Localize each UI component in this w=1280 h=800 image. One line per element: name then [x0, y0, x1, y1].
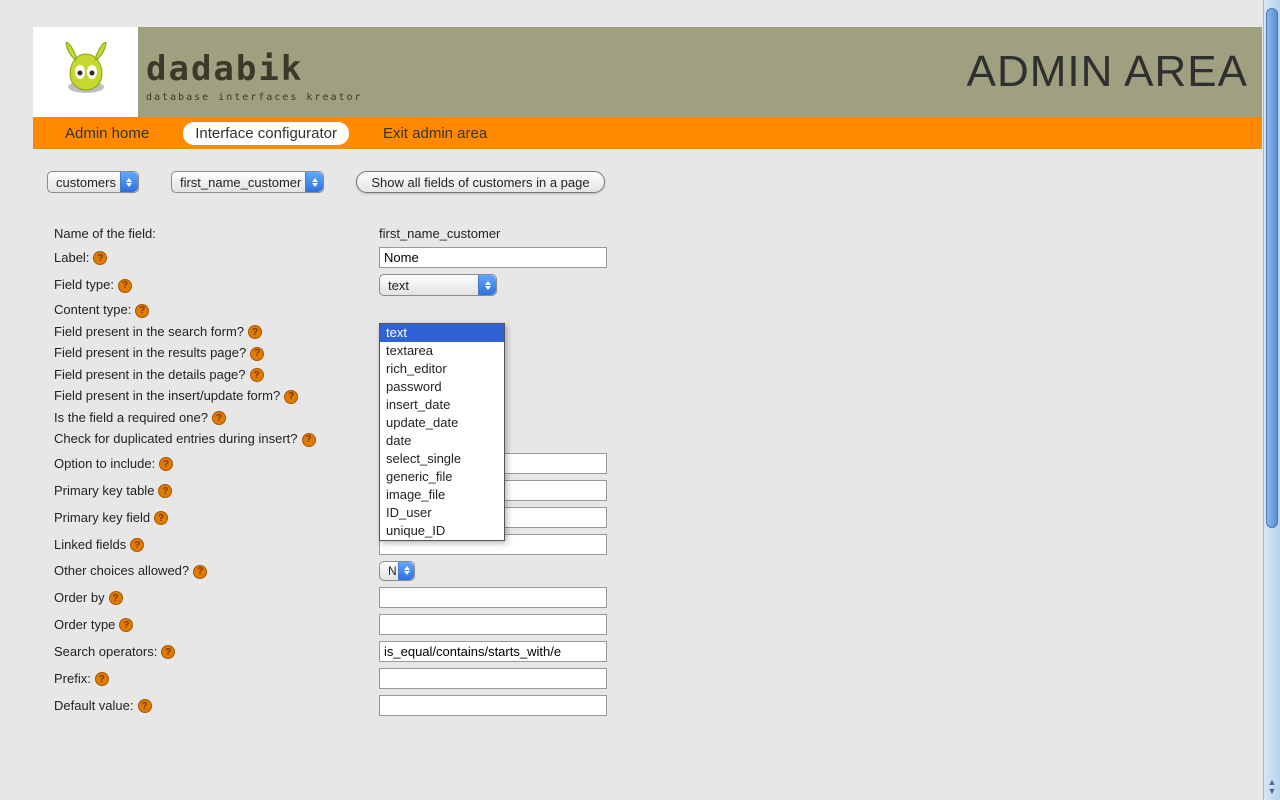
- search-ops-input[interactable]: [379, 641, 607, 662]
- label-present-results: Field present in the results page?: [54, 345, 246, 360]
- label-order-by: Order by: [54, 590, 105, 605]
- nav-exit-admin[interactable]: Exit admin area: [371, 122, 499, 145]
- label-input[interactable]: [379, 247, 607, 268]
- nav-admin-home[interactable]: Admin home: [53, 122, 161, 145]
- value-name-of-field: first_name_customer: [375, 223, 635, 244]
- form-area: Name of the field: first_name_customer L…: [50, 223, 1262, 719]
- label-present-insert: Field present in the insert/update form?: [54, 388, 280, 403]
- label-pk-field: Primary key field: [54, 510, 150, 525]
- field-type-option[interactable]: rich_editor: [380, 360, 504, 378]
- field-select-value: first_name_customer: [180, 175, 301, 190]
- help-icon[interactable]: ?: [154, 511, 168, 525]
- help-icon[interactable]: ?: [248, 325, 262, 339]
- chevron-updown-icon: [398, 562, 414, 580]
- help-icon[interactable]: ?: [158, 484, 172, 498]
- field-select[interactable]: first_name_customer: [171, 171, 324, 193]
- field-type-option[interactable]: update_date: [380, 414, 504, 432]
- field-type-select-value: text: [388, 278, 409, 293]
- label-present-search: Field present in the search form?: [54, 324, 244, 339]
- help-icon[interactable]: ?: [250, 347, 264, 361]
- label-content-type: Content type:: [54, 302, 131, 317]
- brand-subtitle: database interfaces kreator: [146, 92, 363, 103]
- label-linked-fields: Linked fields: [54, 537, 126, 552]
- help-icon[interactable]: ?: [119, 618, 133, 632]
- help-icon[interactable]: ?: [118, 279, 132, 293]
- brand-title: dadabik: [146, 52, 363, 86]
- show-all-fields-button[interactable]: Show all fields of customers in a page: [356, 171, 604, 193]
- header-bar: dadabik database interfaces kreator ADMI…: [33, 27, 1262, 117]
- field-type-option[interactable]: text: [380, 324, 504, 342]
- label-name-of-field: Name of the field:: [50, 223, 375, 244]
- logo-box: [33, 27, 138, 117]
- logo-creature-icon: [56, 42, 116, 102]
- label-pk-table: Primary key table: [54, 483, 154, 498]
- other-choices-value: N: [388, 564, 397, 578]
- label-other-choices: Other choices allowed?: [54, 563, 189, 578]
- other-choices-select[interactable]: N: [379, 561, 415, 581]
- label-prefix: Prefix:: [54, 671, 91, 686]
- label-option-include: Option to include:: [54, 456, 155, 471]
- field-type-select[interactable]: text: [379, 274, 497, 296]
- page-title: ADMIN AREA: [967, 47, 1248, 97]
- help-icon[interactable]: ?: [130, 538, 144, 552]
- field-type-option[interactable]: select_single: [380, 450, 504, 468]
- field-type-option[interactable]: insert_date: [380, 396, 504, 414]
- field-type-option[interactable]: ID_user: [380, 504, 504, 522]
- help-icon[interactable]: ?: [250, 368, 264, 382]
- field-type-option[interactable]: generic_file: [380, 468, 504, 486]
- help-icon[interactable]: ?: [138, 699, 152, 713]
- chevron-updown-icon: [120, 172, 138, 192]
- help-icon[interactable]: ?: [109, 591, 123, 605]
- field-type-option[interactable]: textarea: [380, 342, 504, 360]
- label-field-type: Field type:: [54, 277, 114, 292]
- field-type-dropdown[interactable]: texttextarearich_editorpasswordinsert_da…: [379, 323, 505, 541]
- help-icon[interactable]: ?: [135, 304, 149, 318]
- field-type-option[interactable]: password: [380, 378, 504, 396]
- field-type-option[interactable]: unique_ID: [380, 522, 504, 540]
- field-type-option[interactable]: date: [380, 432, 504, 450]
- help-icon[interactable]: ?: [93, 251, 107, 265]
- label-present-details: Field present in the details page?: [54, 367, 246, 382]
- default-value-input[interactable]: [379, 695, 607, 716]
- order-type-input[interactable]: [379, 614, 607, 635]
- table-select-value: customers: [56, 175, 116, 190]
- order-by-input[interactable]: [379, 587, 607, 608]
- label-check-dup: Check for duplicated entries during inse…: [54, 431, 298, 446]
- scroll-thumb[interactable]: [1266, 8, 1278, 528]
- help-icon[interactable]: ?: [212, 411, 226, 425]
- label-search-ops: Search operators:: [54, 644, 157, 659]
- label-required: Is the field a required one?: [54, 410, 208, 425]
- help-icon[interactable]: ?: [193, 565, 207, 579]
- nav-interface-configurator[interactable]: Interface configurator: [183, 122, 349, 145]
- help-icon[interactable]: ?: [284, 390, 298, 404]
- chevron-updown-icon: [478, 275, 496, 295]
- label-default-value: Default value:: [54, 698, 134, 713]
- table-select[interactable]: customers: [47, 171, 139, 193]
- field-type-option[interactable]: image_file: [380, 486, 504, 504]
- help-icon[interactable]: ?: [302, 433, 316, 447]
- chevron-updown-icon: [305, 172, 323, 192]
- scroll-down-icon[interactable]: ▲▼: [1264, 778, 1280, 796]
- window-scrollbar[interactable]: ▲▼: [1263, 0, 1280, 800]
- help-icon[interactable]: ?: [161, 645, 175, 659]
- prefix-input[interactable]: [379, 668, 607, 689]
- help-icon[interactable]: ?: [95, 672, 109, 686]
- help-icon[interactable]: ?: [159, 457, 173, 471]
- brand-block: dadabik database interfaces kreator: [146, 52, 363, 103]
- label-order-type: Order type: [54, 617, 115, 632]
- label-label: Label:: [54, 250, 89, 265]
- toolbar: customers first_name_customer Show all f…: [47, 171, 1262, 193]
- navbar: Admin home Interface configurator Exit a…: [33, 117, 1262, 149]
